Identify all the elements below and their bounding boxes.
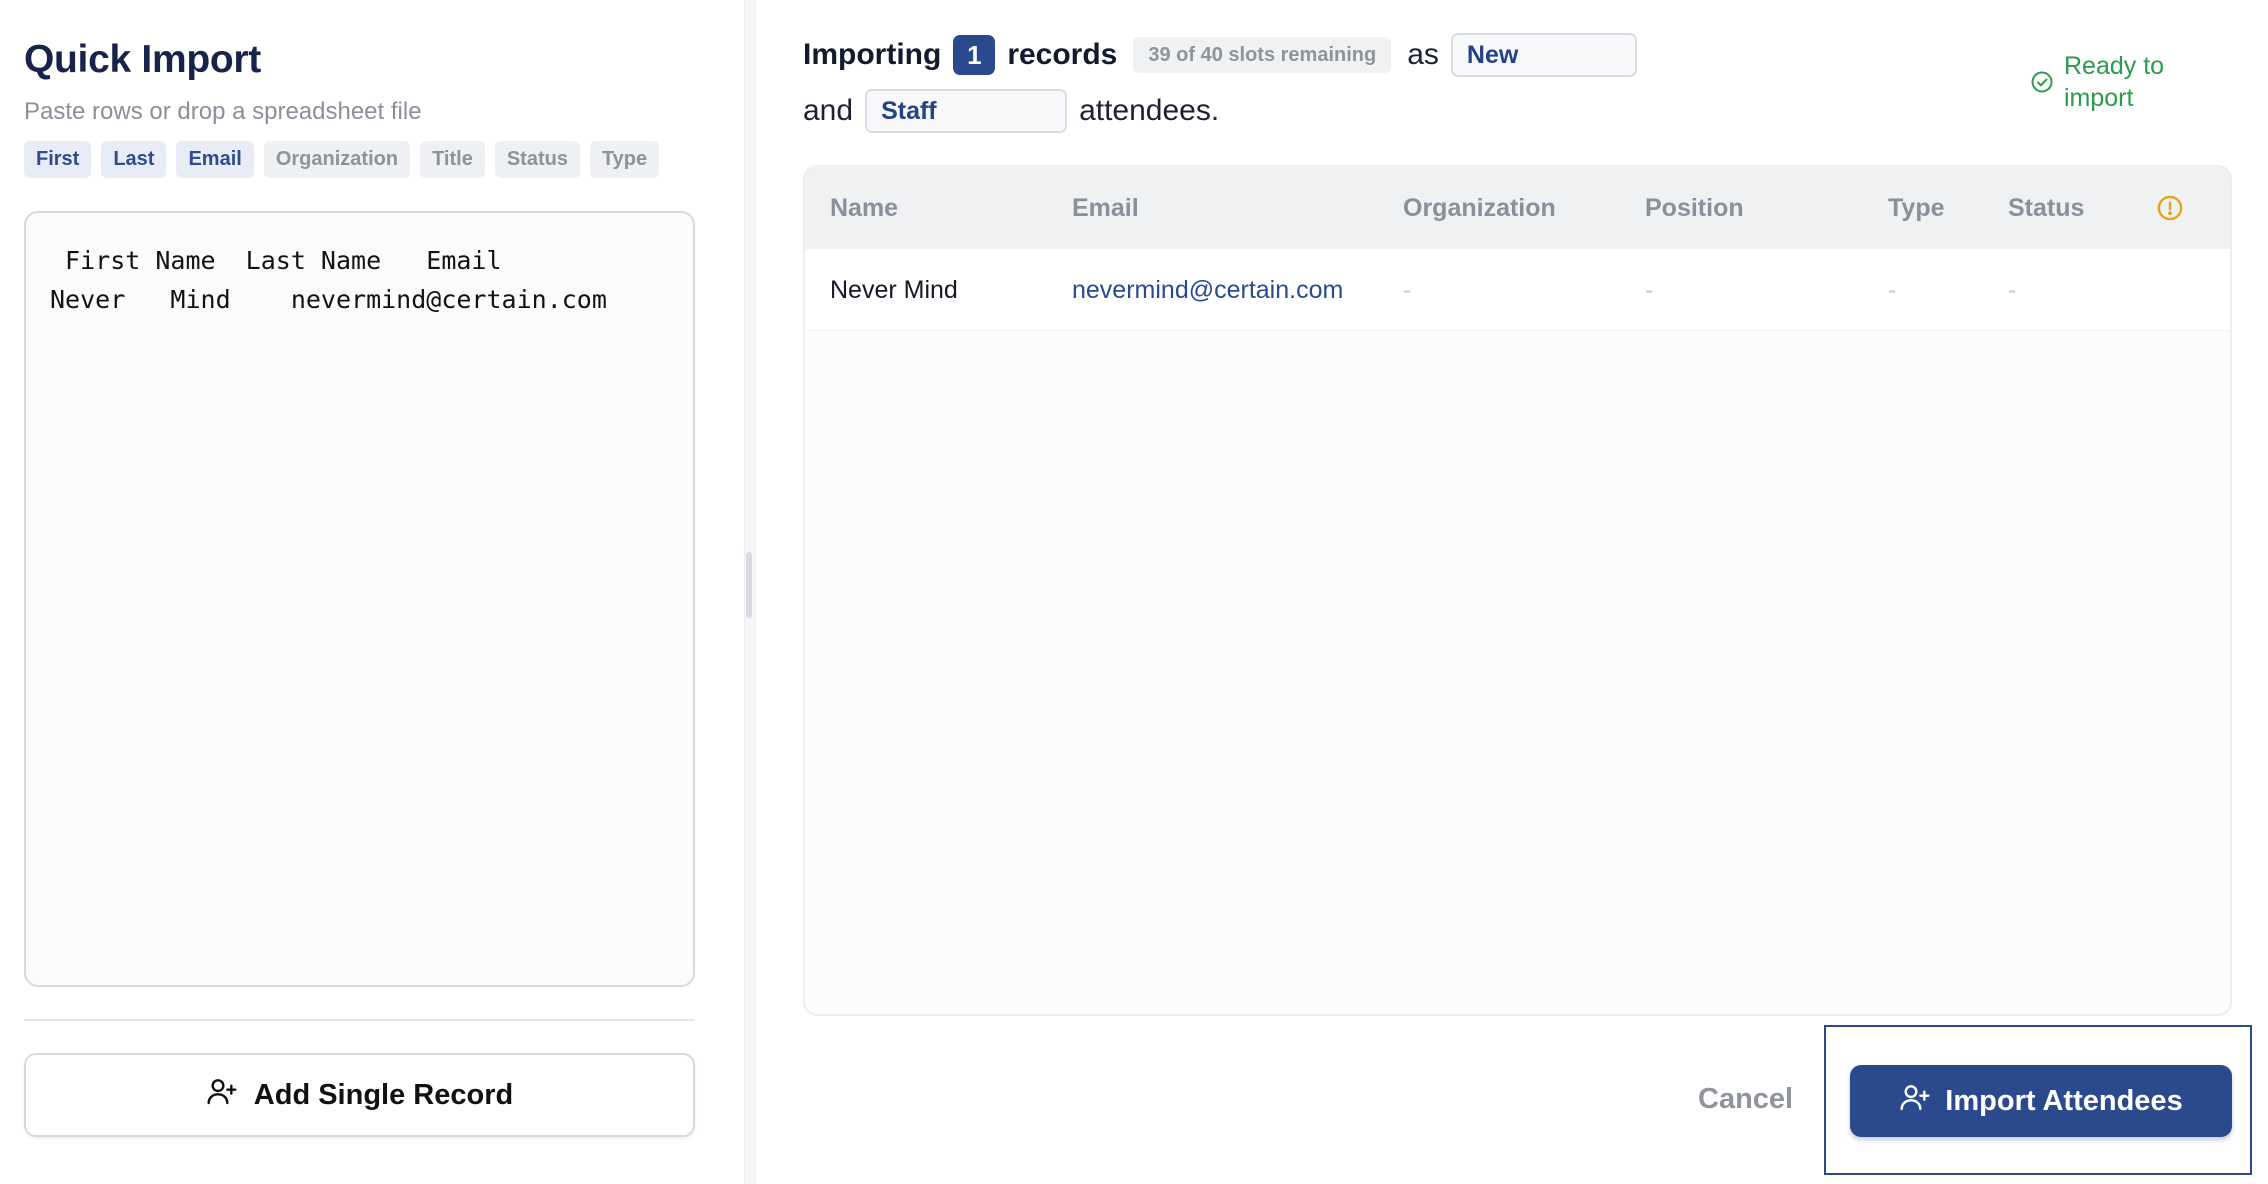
page-title: Quick Import [24, 38, 261, 81]
chip-last[interactable]: Last [101, 141, 167, 178]
cell-organization: - [1403, 276, 1412, 304]
import-summary-line1: Importing 1 records 39 of 40 slots remai… [803, 33, 1637, 77]
chip-first[interactable]: First [24, 141, 92, 178]
col-email[interactable]: Email [1072, 167, 1139, 249]
paste-textarea[interactable]: First Name Last Name Email Never Mind ne… [24, 211, 695, 987]
cell-status: - [2008, 276, 2017, 304]
attendees-label: attendees. [1079, 94, 1220, 127]
import-attendees-label: Import Attendees [1945, 1084, 2183, 1117]
splitter-handle[interactable] [746, 552, 752, 618]
preview-table: Name Email Organization Position Type St… [803, 165, 2232, 1016]
cell-email: nevermind@certain.com [1072, 276, 1344, 304]
chip-title[interactable]: Title [420, 141, 485, 178]
table-row[interactable]: Never Mind nevermind@certain.com - - - - [805, 249, 2230, 331]
slots-remaining-badge: 39 of 40 slots remaining [1133, 37, 1392, 73]
record-count-badge: 1 [953, 35, 996, 75]
quick-import-dialog: Quick Import Paste rows or drop a spread… [0, 0, 2268, 1184]
ready-status: Ready to import [2030, 50, 2164, 114]
as-label: as [1407, 38, 1439, 71]
cell-position: - [1645, 276, 1654, 304]
import-attendees-button[interactable]: Import Attendees [1850, 1065, 2232, 1137]
importing-label: Importing [803, 38, 942, 71]
user-plus-icon [206, 1075, 238, 1115]
add-single-record-button[interactable]: Add Single Record [24, 1053, 695, 1137]
col-type[interactable]: Type [1888, 167, 1945, 249]
col-position[interactable]: Position [1645, 167, 1744, 249]
chip-status[interactable]: Status [494, 141, 580, 178]
page-subtitle: Paste rows or drop a spreadsheet file [24, 98, 422, 125]
check-circle-icon [2030, 70, 2054, 102]
column-chips: First Last Email Organization Title Stat… [24, 141, 660, 178]
divider [24, 1019, 695, 1021]
user-plus-icon [1899, 1081, 1931, 1121]
cell-type: - [1888, 276, 1897, 304]
col-status[interactable]: Status [2008, 167, 2084, 249]
col-name[interactable]: Name [830, 167, 898, 249]
chip-organization[interactable]: Organization [263, 141, 411, 178]
cancel-button[interactable]: Cancel [1698, 1083, 1793, 1116]
and-label: and [803, 94, 854, 127]
type-select[interactable]: Staff [865, 89, 1068, 133]
add-single-record-label: Add Single Record [253, 1078, 514, 1111]
chip-email[interactable]: Email [176, 141, 254, 178]
cell-name: Never Mind [830, 276, 958, 304]
records-label: records [1007, 38, 1118, 71]
table-header: Name Email Organization Position Type St… [805, 167, 2230, 249]
paste-panel: Quick Import Paste rows or drop a spread… [0, 0, 744, 1184]
ready-text: Ready to import [2064, 52, 2165, 112]
alert-circle-icon[interactable] [2156, 194, 2184, 227]
chip-type[interactable]: Type [589, 141, 660, 178]
col-organization[interactable]: Organization [1403, 167, 1556, 249]
status-select[interactable]: New [1450, 33, 1637, 77]
import-summary-line2: and Staff attendees. [803, 89, 1219, 133]
